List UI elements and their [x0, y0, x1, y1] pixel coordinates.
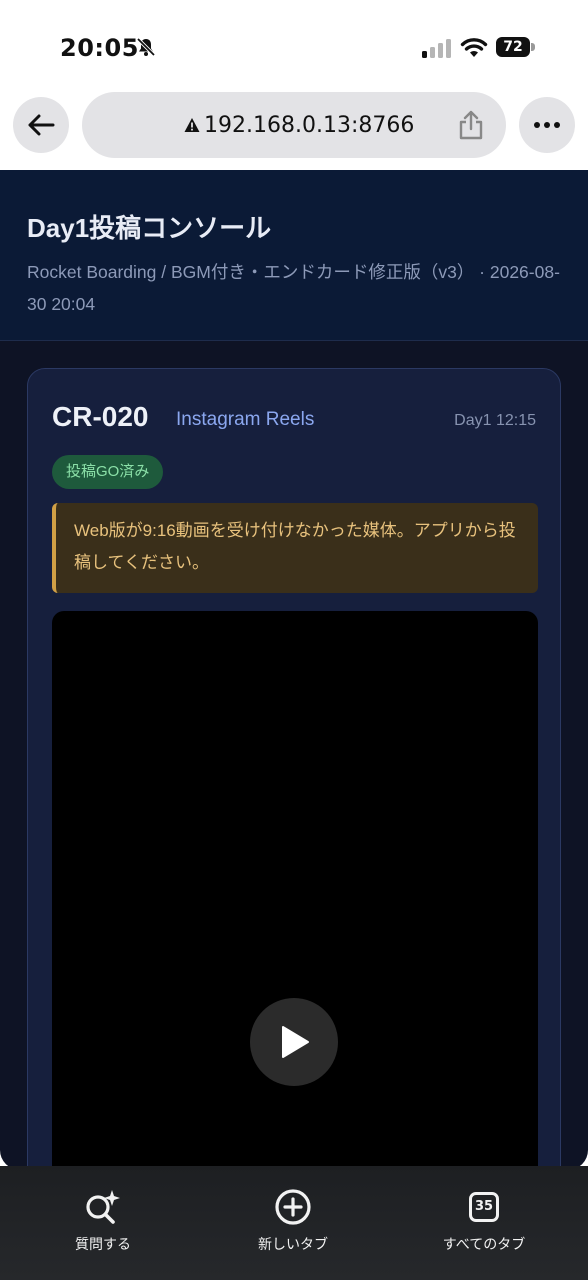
- share-icon[interactable]: [458, 110, 484, 140]
- video-player[interactable]: [52, 611, 538, 1170]
- address-bar[interactable]: 192.168.0.13:8766: [82, 92, 506, 158]
- wifi-icon: [460, 38, 488, 57]
- status-badge: 投稿GO済み: [52, 455, 164, 489]
- warning-icon: [184, 118, 200, 132]
- web-page: Day1投稿コンソール Rocket Boarding / BGM付き・エンドカ…: [0, 170, 588, 1170]
- post-card: CR-020 Instagram Reels Day1 12:15 投稿GO済み…: [27, 368, 561, 1170]
- more-icon: [534, 122, 560, 128]
- play-icon: [282, 1026, 309, 1058]
- new-tab-label: 新しいタブ: [258, 1236, 328, 1252]
- battery-icon: 72: [496, 37, 536, 57]
- page-title: Day1投稿コンソール: [27, 213, 272, 243]
- browser-toolbar: 192.168.0.13:8766: [0, 90, 588, 170]
- status-bar: 20:05 72: [0, 0, 588, 90]
- plus-circle-icon: [275, 1189, 311, 1225]
- new-tab-button[interactable]: 新しいタブ: [218, 1188, 368, 1254]
- notice-box: Web版が9:16動画を受け付けなかった媒体。アプリから投稿してください。: [52, 503, 538, 593]
- back-arrow-icon: [28, 114, 55, 136]
- ask-label: 質問する: [75, 1236, 131, 1252]
- all-tabs-button[interactable]: 35 すべてのタブ: [409, 1188, 559, 1254]
- signal-icon: [422, 39, 451, 58]
- back-button[interactable]: [13, 97, 69, 153]
- play-button[interactable]: [250, 998, 338, 1086]
- page-subtitle: Rocket Boarding / BGM付き・エンドカード修正版（v3） · …: [27, 262, 560, 314]
- url-text: 192.168.0.13:8766: [204, 113, 415, 138]
- card-platform: Instagram Reels: [176, 409, 315, 430]
- browser-bottom-bar: 質問する 新しいタブ 35 すべてのタブ: [0, 1166, 588, 1280]
- card-id: CR-020: [52, 401, 149, 432]
- all-tabs-label: すべてのタブ: [442, 1236, 526, 1252]
- status-time: 20:05: [60, 34, 139, 62]
- page-header: Day1投稿コンソール Rocket Boarding / BGM付き・エンドカ…: [0, 170, 588, 341]
- battery-cap: [531, 43, 535, 51]
- bell-slash-icon: [136, 37, 156, 57]
- battery-level: 72: [496, 37, 530, 57]
- more-button[interactable]: [519, 97, 575, 153]
- card-time: Day1 12:15: [454, 412, 536, 429]
- tabs-icon: 35: [469, 1192, 499, 1222]
- ask-sparkle-search-icon: [86, 1190, 120, 1224]
- ask-button[interactable]: 質問する: [28, 1188, 178, 1254]
